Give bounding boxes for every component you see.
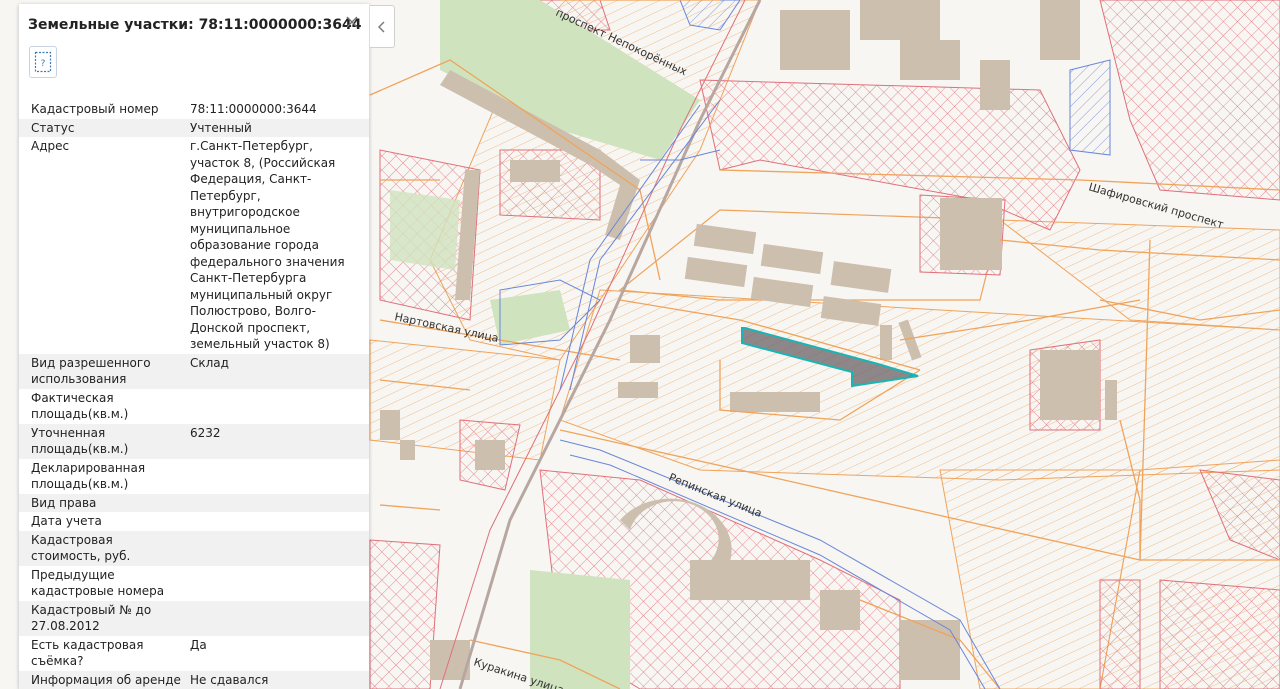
property-value bbox=[186, 531, 369, 566]
property-value bbox=[186, 494, 369, 513]
property-row: Фактическая площадь(кв.м.) bbox=[19, 389, 369, 424]
property-row: Статус Учтенный bbox=[19, 118, 369, 137]
property-row: Адрес г.Санкт-Петербург, участок 8, (Росс… bbox=[19, 137, 369, 354]
property-key: Адрес bbox=[31, 139, 70, 153]
property-row: Информация об аренде Не сдавался bbox=[19, 670, 369, 689]
parcel-document-icon: ? bbox=[34, 51, 52, 73]
property-key: Информация об аренде bbox=[31, 672, 181, 687]
parcel-properties-table: Кадастровый номер 78:11:0000000:3644 Стату… bbox=[19, 100, 369, 689]
panel-toolbar: ? bbox=[19, 46, 369, 96]
close-icon[interactable] bbox=[344, 14, 360, 30]
property-key: Статус bbox=[31, 120, 75, 135]
property-key: Вид права bbox=[31, 495, 97, 510]
property-value: 6232 bbox=[190, 425, 221, 440]
property-row: Вид права bbox=[19, 493, 369, 513]
property-value: Да bbox=[190, 637, 207, 652]
property-row: Дата учета bbox=[19, 512, 369, 531]
property-row: Кадастровый № до 27.08.2012 bbox=[19, 600, 369, 636]
property-key: Кадастровый № до 27.08.2012 bbox=[31, 602, 152, 634]
property-key: Вид разрешенного использования bbox=[31, 355, 151, 387]
collapse-panel-button[interactable] bbox=[370, 5, 395, 48]
property-key: Дата учета bbox=[31, 514, 102, 528]
property-row: Кадастровый номер 78:11:0000000:3644 bbox=[19, 100, 369, 119]
property-value: Склад bbox=[190, 355, 229, 370]
property-row: Предыдущие кадастровые номера bbox=[19, 566, 369, 601]
property-value bbox=[186, 601, 369, 636]
property-value bbox=[186, 389, 369, 424]
svg-text:?: ? bbox=[41, 59, 46, 69]
property-key: Фактическая площадь(кв.м.) bbox=[31, 390, 129, 422]
property-value bbox=[186, 566, 369, 601]
property-key: Предыдущие кадастровые номера bbox=[31, 567, 165, 599]
property-value bbox=[186, 459, 369, 494]
property-row: Декларированная площадь(кв.м.) bbox=[19, 459, 369, 494]
property-value: г.Санкт-Петербург, участок 8, (Российска… bbox=[190, 139, 345, 351]
panel-title: Земельные участки: 78:11:0000000:3644 bbox=[28, 17, 362, 33]
property-key: Есть кадастровая съёмка? bbox=[31, 637, 144, 669]
property-key: Кадастровая стоимость, руб. bbox=[31, 532, 131, 564]
property-key: Кадастровый номер bbox=[31, 102, 159, 116]
property-row: Кадастровая стоимость, руб. bbox=[19, 530, 369, 566]
property-value: Учтенный bbox=[190, 120, 252, 135]
parcel-info-panel: Земельные участки: 78:11:0000000:3644 ? … bbox=[19, 4, 369, 689]
panel-header: Земельные участки: 78:11:0000000:3644 bbox=[19, 4, 369, 46]
property-key: Уточненная площадь(кв.м.) bbox=[31, 425, 129, 457]
property-row: Вид разрешенного использования Склад bbox=[19, 353, 369, 389]
property-row: Уточненная площадь(кв.м.) 6232 bbox=[19, 423, 369, 459]
chevron-left-icon bbox=[378, 21, 385, 32]
parcel-document-button[interactable]: ? bbox=[29, 46, 57, 78]
property-value: Не сдавался bbox=[190, 672, 269, 687]
property-key: Декларированная площадь(кв.м.) bbox=[31, 460, 146, 492]
property-value bbox=[186, 512, 369, 531]
property-row: Есть кадастровая съёмка? Да bbox=[19, 636, 369, 671]
property-value: 78:11:0000000:3644 bbox=[190, 102, 317, 116]
